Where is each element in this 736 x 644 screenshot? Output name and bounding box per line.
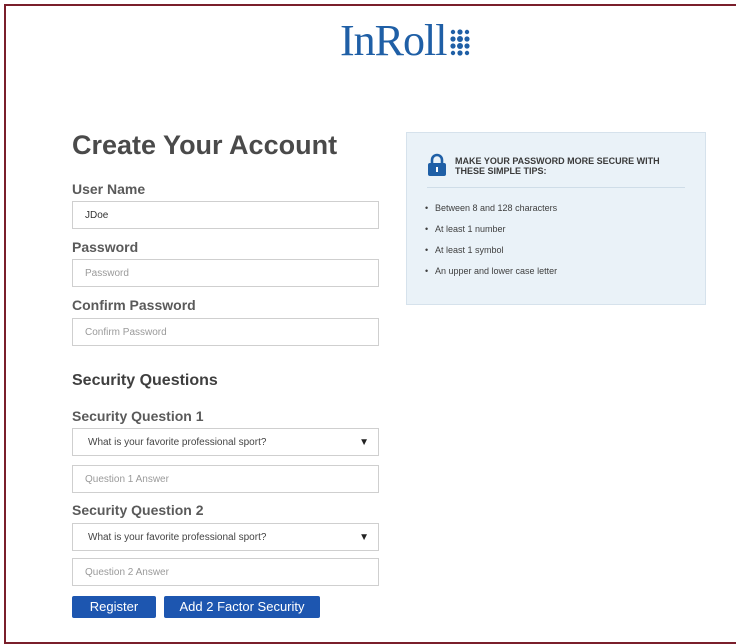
tip-item: • At least 1 number bbox=[425, 224, 506, 234]
tips-divider bbox=[427, 187, 685, 188]
question-2-answer-field[interactable] bbox=[72, 558, 379, 586]
password-label: Password bbox=[72, 239, 139, 255]
security-question-1-label: Security Question 1 bbox=[72, 408, 204, 424]
username-label: User Name bbox=[72, 181, 146, 197]
security-question-1-select[interactable]: What is your favorite professional sport… bbox=[72, 428, 379, 456]
add-2-factor-security-button[interactable]: Add 2 Factor Security bbox=[164, 596, 320, 618]
lock-icon bbox=[428, 153, 446, 176]
confirm-password-label: Confirm Password bbox=[72, 297, 196, 313]
page-title: Create Your Account bbox=[72, 130, 338, 160]
security-questions-heading: Security Questions bbox=[72, 372, 218, 389]
tip-item: • An upper and lower case letter bbox=[425, 266, 558, 276]
security-question-2-select[interactable]: What is your favorite professional sport… bbox=[72, 523, 379, 551]
brand-logo: InRoll bbox=[340, 14, 471, 68]
tips-title: MAKE YOUR PASSWORD MORE SECURE WITH THES… bbox=[455, 156, 660, 176]
password-tips-panel: MAKE YOUR PASSWORD MORE SECURE WITH THES… bbox=[406, 132, 706, 305]
tip-item: • Between 8 and 128 characters bbox=[425, 203, 558, 213]
tip-item: • At least 1 symbol bbox=[425, 245, 504, 255]
tips-header: MAKE YOUR PASSWORD MORE SECURE WITH THES… bbox=[427, 153, 685, 177]
security-question-1-value: What is your favorite professional sport… bbox=[88, 436, 267, 448]
tips-list: • Between 8 and 128 characters • At least … bbox=[425, 203, 557, 287]
logo-dots-icon bbox=[450, 29, 471, 56]
security-question-2-label: Security Question 2 bbox=[72, 502, 204, 518]
confirm-password-field[interactable] bbox=[72, 318, 379, 346]
dropdown-caret-icon: ▼ bbox=[359, 436, 369, 448]
username-field[interactable] bbox=[72, 201, 379, 229]
password-field[interactable] bbox=[72, 259, 379, 287]
brand-name: InRoll bbox=[340, 16, 447, 65]
question-1-answer-field[interactable] bbox=[72, 465, 379, 493]
register-button[interactable]: Register bbox=[72, 596, 156, 618]
dropdown-caret-icon: ▼ bbox=[359, 531, 369, 543]
security-question-2-value: What is your favorite professional sport… bbox=[88, 531, 267, 543]
